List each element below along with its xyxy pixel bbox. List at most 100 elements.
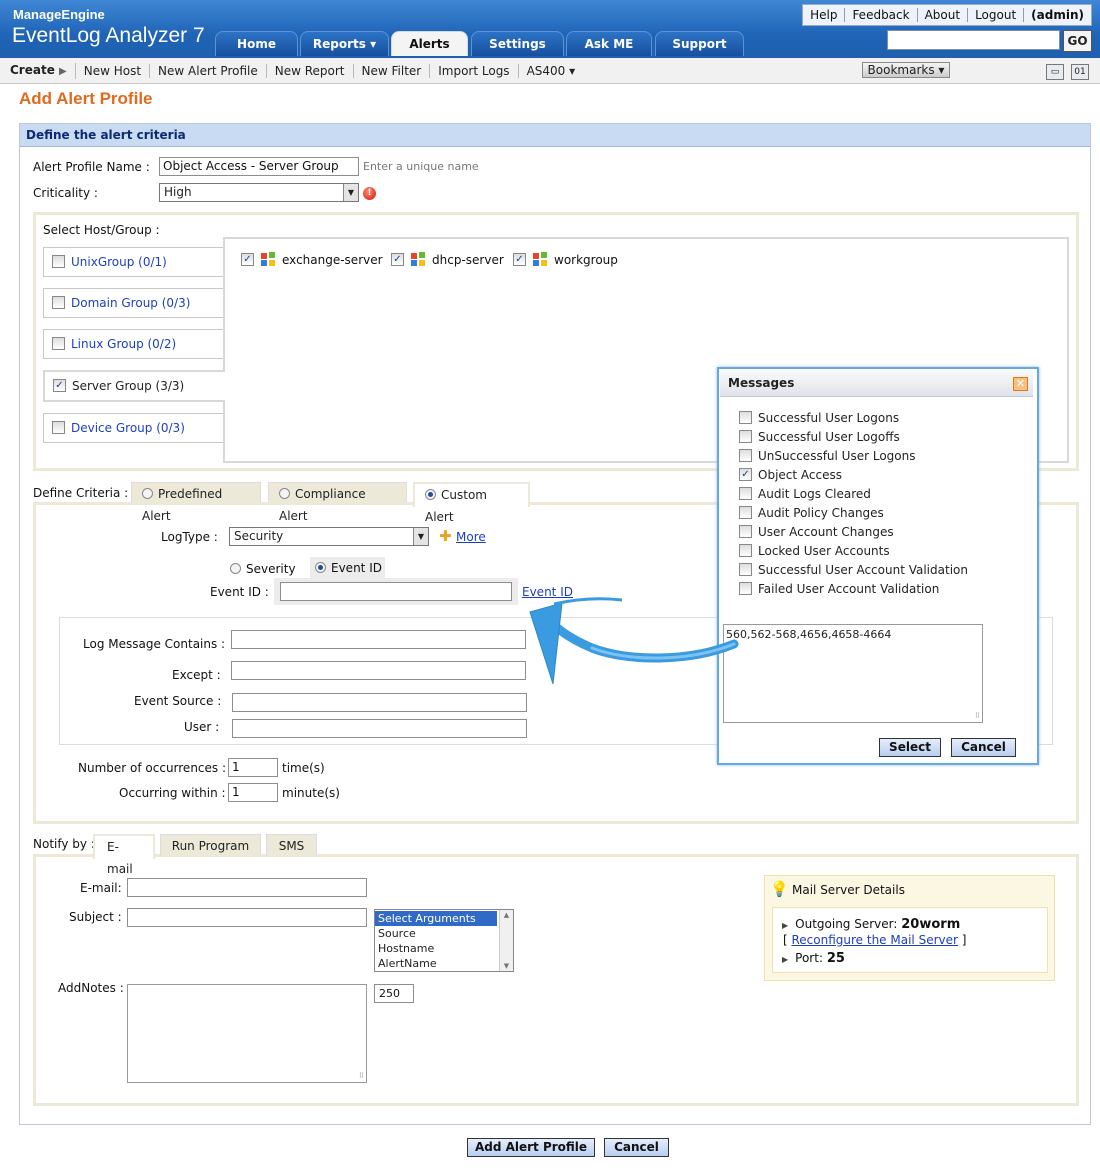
tab-alerts[interactable]: Alerts: [391, 31, 468, 56]
severity-radio[interactable]: [230, 563, 241, 574]
dialog-option[interactable]: User Account Changes: [739, 525, 894, 539]
dialog-select-button[interactable]: Select: [879, 738, 941, 757]
host-dhcp-server[interactable]: ✓ dhcp-server: [391, 252, 504, 268]
option-checkbox[interactable]: [739, 544, 752, 557]
occurrences-input[interactable]: 1: [228, 758, 278, 777]
resize-grip-icon[interactable]: ⠿: [359, 1073, 364, 1080]
plus-icon[interactable]: ✚: [439, 529, 452, 544]
option-checkbox[interactable]: [739, 525, 752, 538]
tab-support[interactable]: Support: [655, 31, 744, 56]
linux-group-checkbox[interactable]: [52, 337, 65, 350]
argument-option[interactable]: AlertName: [375, 956, 513, 971]
group-linux[interactable]: Linux Group (0/2): [43, 329, 224, 359]
dialog-option[interactable]: Successful User Account Validation: [739, 563, 968, 577]
host-exchange-server[interactable]: ✓ exchange-server: [241, 252, 383, 268]
option-checkbox[interactable]: [739, 487, 752, 500]
predefined-radio[interactable]: [142, 488, 153, 499]
new-filter-link[interactable]: New Filter: [354, 63, 431, 78]
option-checkbox[interactable]: [739, 582, 752, 595]
resize-grip-icon[interactable]: ⠿: [975, 713, 980, 720]
more-link[interactable]: More: [456, 530, 486, 544]
email-input[interactable]: [127, 878, 367, 897]
argument-option[interactable]: Source: [375, 926, 513, 941]
bookmarks-button[interactable]: Bookmarks ▾: [862, 62, 950, 78]
option-checkbox[interactable]: [739, 430, 752, 443]
dialog-option[interactable]: ✓ Object Access: [739, 468, 842, 482]
option-checkbox[interactable]: [739, 563, 752, 576]
group-server[interactable]: ✓ Server Group (3/3): [43, 370, 225, 402]
dialog-option[interactable]: Successful User Logoffs: [739, 430, 900, 444]
tab-email[interactable]: E-mail: [93, 834, 155, 876]
tab-custom-alert[interactable]: Custom Alert: [413, 482, 530, 524]
close-icon[interactable]: ✕: [1013, 377, 1028, 391]
within-input[interactable]: 1: [228, 783, 278, 802]
event-id-input[interactable]: [280, 582, 512, 601]
as400-menu[interactable]: AS400 ▾: [519, 64, 584, 78]
go-button[interactable]: GO: [1063, 30, 1092, 52]
log-message-input[interactable]: [231, 630, 526, 649]
group-device[interactable]: Device Group (0/3): [43, 413, 224, 443]
logtype-select[interactable]: Security ▼: [229, 527, 429, 546]
dialog-cancel-button[interactable]: Cancel: [951, 738, 1016, 757]
criticality-select[interactable]: High ▼: [159, 183, 359, 202]
dialog-option[interactable]: Successful User Logons: [739, 411, 899, 425]
unix-group-checkbox[interactable]: [52, 255, 65, 268]
tab-reports[interactable]: Reports ▾: [300, 31, 389, 56]
dialog-option[interactable]: Locked User Accounts: [739, 544, 890, 558]
help-link[interactable]: Help: [803, 8, 846, 22]
binary-icon[interactable]: 01: [1071, 64, 1089, 80]
import-logs-link[interactable]: Import Logs: [430, 63, 519, 78]
reconfigure-mail-link[interactable]: Reconfigure the Mail Server: [792, 933, 958, 947]
domain-group-link[interactable]: Domain Group (0/3): [71, 296, 190, 310]
option-checkbox[interactable]: [739, 449, 752, 462]
create-menu[interactable]: Create ▶: [0, 62, 76, 79]
group-domain[interactable]: Domain Group (0/3): [43, 288, 224, 318]
linux-group-link[interactable]: Linux Group (0/2): [71, 337, 176, 351]
listbox-scrollbar[interactable]: ▲ ▼: [499, 910, 513, 971]
compliance-radio[interactable]: [279, 488, 290, 499]
event-id-radio[interactable]: [315, 562, 326, 573]
tab-settings[interactable]: Settings: [471, 31, 564, 56]
except-input[interactable]: [231, 661, 526, 680]
exchange-server-checkbox[interactable]: ✓: [241, 253, 254, 266]
tab-run-program[interactable]: Run Program: [160, 834, 261, 856]
monitor-icon[interactable]: ▭: [1046, 64, 1064, 80]
event-source-input[interactable]: [232, 693, 527, 712]
group-unix[interactable]: UnixGroup (0/1): [43, 247, 224, 277]
option-checkbox[interactable]: [739, 506, 752, 519]
option-checkbox[interactable]: [739, 411, 752, 424]
dhcp-server-checkbox[interactable]: ✓: [391, 253, 404, 266]
dialog-option[interactable]: Audit Logs Cleared: [739, 487, 871, 501]
event-id-option[interactable]: Event ID: [310, 557, 385, 579]
about-link[interactable]: About: [918, 8, 969, 22]
feedback-link[interactable]: Feedback: [845, 8, 918, 22]
add-alert-profile-button[interactable]: Add Alert Profile: [467, 1138, 595, 1157]
argument-option[interactable]: Hostname: [375, 941, 513, 956]
severity-option[interactable]: Severity: [230, 562, 296, 576]
event-ids-textarea[interactable]: 560,562-568,4656,4658-4664 ⠿: [723, 624, 983, 723]
workgroup-checkbox[interactable]: ✓: [513, 253, 526, 266]
server-group-checkbox[interactable]: ✓: [53, 379, 66, 392]
custom-radio[interactable]: [425, 489, 436, 500]
tab-sms[interactable]: SMS: [266, 834, 317, 856]
subject-input[interactable]: [127, 908, 367, 927]
search-input[interactable]: [887, 30, 1060, 50]
tab-predefined-alert[interactable]: Predefined Alert: [131, 482, 261, 523]
cancel-button[interactable]: Cancel: [604, 1138, 669, 1157]
logout-link[interactable]: Logout: [968, 8, 1025, 22]
arguments-listbox[interactable]: Select Arguments Source Hostname AlertNa…: [374, 909, 514, 972]
user-input[interactable]: [232, 719, 527, 738]
dialog-option[interactable]: Failed User Account Validation: [739, 582, 939, 596]
device-group-checkbox[interactable]: [52, 421, 65, 434]
new-host-link[interactable]: New Host: [76, 63, 151, 78]
event-id-link[interactable]: Event ID: [522, 585, 573, 599]
profile-name-input[interactable]: Object Access - Server Group: [159, 157, 359, 176]
addnotes-textarea[interactable]: ⠿: [127, 984, 367, 1083]
tab-ask-me[interactable]: Ask ME: [566, 31, 652, 56]
argument-option[interactable]: Select Arguments: [375, 911, 497, 926]
option-checkbox[interactable]: ✓: [739, 468, 752, 481]
domain-group-checkbox[interactable]: [52, 296, 65, 309]
tab-compliance-alert[interactable]: Compliance Alert: [268, 482, 407, 523]
dialog-option[interactable]: Audit Policy Changes: [739, 506, 884, 520]
unix-group-link[interactable]: UnixGroup (0/1): [71, 255, 167, 269]
